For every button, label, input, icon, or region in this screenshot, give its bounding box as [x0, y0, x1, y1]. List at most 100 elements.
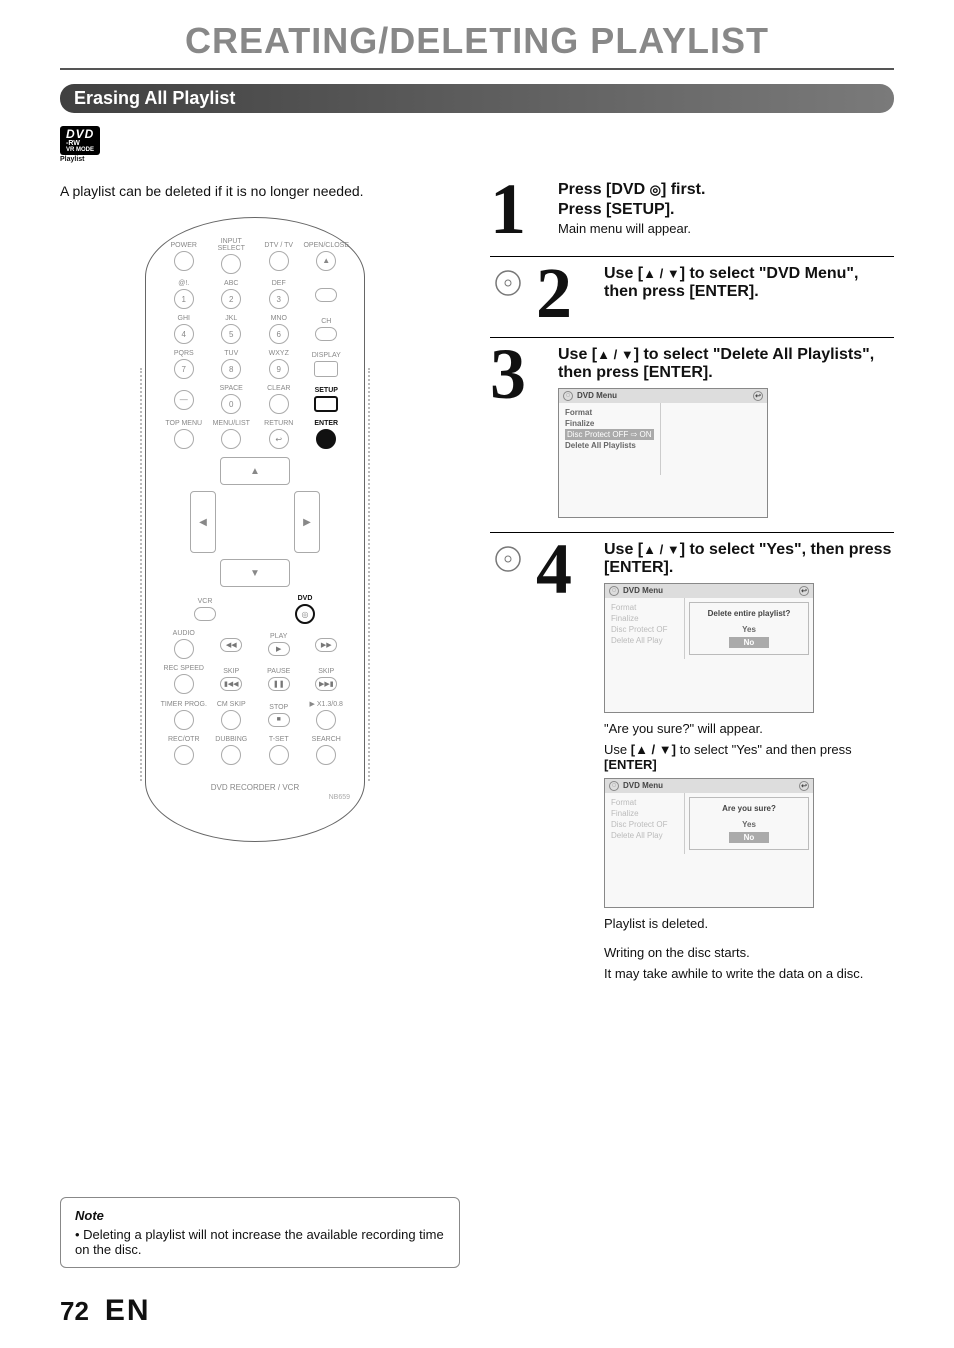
remote-button-1: 1	[174, 289, 194, 309]
step-4: 4 Use [▲ / ▼] to select "Yes", then pres…	[490, 533, 894, 1001]
remote-button-open-close: ▲	[316, 251, 336, 271]
screen-item-disc-protect: Disc Protect OF	[611, 819, 678, 830]
remote-button-x13	[316, 710, 336, 730]
screen-delete-confirm-2: ◌DVD Menu ↩ Format Finalize Disc Protect…	[604, 778, 814, 908]
step-1-h-b: ] first.	[661, 181, 705, 198]
dialog-question: Are you sure?	[722, 804, 776, 813]
remote-d-pad: ▲ ▼ ◀ ▶	[190, 457, 320, 587]
remote-button-8: 8	[221, 359, 241, 379]
remote-label-audio: AUDIO	[173, 630, 195, 637]
remote-button-dash: —	[174, 390, 194, 410]
remote-button-top-menu	[174, 429, 194, 449]
remote-footer: DVD RECORDER / VCR	[160, 783, 350, 792]
t2b: to select "Yes" and then press	[676, 742, 852, 757]
step-2: 2 Use [▲ / ▼] to select "DVD Menu", then…	[490, 257, 894, 338]
remote-label-pqrs: PQRS	[174, 350, 194, 357]
dialog-question: Delete entire playlist?	[708, 609, 791, 618]
remote-button-rew: ◀◀	[220, 638, 242, 652]
remote-label-wxyz: WXYZ	[269, 350, 289, 357]
remote-button-play: ▶	[268, 642, 290, 656]
remote-label-mno: MNO	[271, 315, 287, 322]
remote-button-2: 2	[221, 289, 241, 309]
arrows: ▲ / ▼	[643, 542, 680, 557]
remote-label-abc: ABC	[224, 280, 238, 287]
remote-nav-right: ▶	[294, 491, 320, 553]
remote-label-ch: CH	[321, 318, 331, 325]
step-1-h-a: Press [DVD	[558, 181, 650, 198]
remote-label-x13: ▶ X1.3/0.8	[310, 700, 343, 708]
remote-button-clear	[269, 394, 289, 414]
arrows: ▲ / ▼	[643, 266, 680, 281]
page-language: EN	[105, 1294, 151, 1328]
remote-button-6: 6	[269, 324, 289, 344]
remote-label-dtv-tv: DTV / TV	[264, 242, 293, 249]
remote-label-return: RETURN	[264, 420, 293, 427]
remote-button-ch-up	[315, 288, 337, 302]
step-4-text-1: "Are you sure?" will appear.	[604, 721, 894, 736]
dialog-option-no: No	[729, 637, 769, 648]
remote-button-setup	[314, 396, 338, 412]
screen-item-finalize: Finalize	[611, 808, 678, 819]
remote-label-ghi: GHI	[178, 315, 190, 322]
remote-button-timer-prog	[174, 710, 194, 730]
screen-item-delete-all: Delete All Play	[611, 830, 678, 841]
screen-item-delete-all: Delete All Play	[611, 635, 678, 646]
step-2-heading: Use [▲ / ▼] to select "DVD Menu", then p…	[604, 265, 894, 301]
screen-title-text: DVD Menu	[577, 391, 617, 400]
remote-label-rec-otr: REC/OTR	[168, 736, 200, 743]
remote-button-stop: ■	[268, 713, 290, 727]
t2arrows: [▲ / ▼]	[631, 742, 676, 757]
remote-button-skip-next: ▶▶▮	[315, 677, 337, 691]
disc-icon: ◌	[609, 781, 619, 791]
return-icon: ↩	[799, 586, 809, 596]
remote-button-ch-down	[315, 327, 337, 341]
remote-nav-left: ◀	[190, 491, 216, 553]
disc-icon: ◎	[650, 182, 661, 197]
remote-button-dvd: ◎	[295, 604, 315, 624]
remote-label-power: POWER	[171, 242, 197, 249]
remote-button-power	[174, 251, 194, 271]
remote-button-skip-prev: ▮◀◀	[220, 677, 242, 691]
remote-button-5: 5	[221, 324, 241, 344]
page-title: CREATING/DELETING PLAYLIST	[60, 20, 894, 62]
remote-label-clear: CLEAR	[267, 385, 290, 392]
step-2-disc-icon	[490, 269, 526, 323]
remote-label-play: PLAY	[270, 633, 287, 640]
remote-label-timer-prog: TIMER PROG.	[161, 701, 207, 708]
screen-item-format: Format	[611, 797, 678, 808]
title-rule	[60, 68, 894, 70]
step-4-text-5: It may take awhile to write the data on …	[604, 966, 894, 981]
page-number: 72	[60, 1296, 89, 1327]
step-1-heading: Press [DVD ◎] first.	[558, 181, 894, 199]
remote-label-tuv: TUV	[224, 350, 238, 357]
t2c: [ENTER]	[604, 757, 657, 772]
step-3-heading: Use [▲ / ▼] to select "Delete All Playli…	[558, 346, 894, 382]
step-1: 1 Press [DVD ◎] first. Press [SETUP]. Ma…	[490, 173, 894, 257]
remote-label-space: SPACE	[220, 385, 243, 392]
step-4-text-2: Use [▲ / ▼] to select "Yes" and then pre…	[604, 742, 894, 772]
step-1-heading-2: Press [SETUP].	[558, 201, 894, 219]
step-number: 2	[536, 265, 594, 323]
step-3: 3 Use [▲ / ▼] to select "Delete All Play…	[490, 338, 894, 533]
step-4-disc-icon	[490, 545, 526, 987]
remote-button-4: 4	[174, 324, 194, 344]
badge-rw: -RW	[66, 140, 94, 147]
step-1-text: Main menu will appear.	[558, 221, 894, 236]
remote-label-vcr: VCR	[198, 598, 213, 605]
remote-label-open-close: OPEN/CLOSE	[303, 242, 349, 249]
dialog-option-yes: Yes	[729, 624, 769, 635]
remote-button-dtv-tv	[269, 251, 289, 271]
screen-item-delete-all: Delete All Playlists	[565, 440, 654, 451]
remote-label-sym: @!.	[178, 280, 189, 287]
remote-button-9: 9	[269, 359, 289, 379]
remote-button-menu-list	[221, 429, 241, 449]
screen-title-text: DVD Menu	[623, 781, 663, 790]
remote-button-t-set	[269, 745, 289, 765]
remote-nav-up: ▲	[220, 457, 290, 485]
remote-button-display	[314, 361, 338, 377]
remote-label-dubbing: DUBBING	[215, 736, 247, 743]
screen-item-disc-protect: Disc Protect OF	[611, 624, 678, 635]
remote-button-0: 0	[221, 394, 241, 414]
dvd-vr-playlist-badge: DVD -RW VR MODE	[60, 126, 100, 155]
remote-button-enter	[316, 429, 336, 449]
